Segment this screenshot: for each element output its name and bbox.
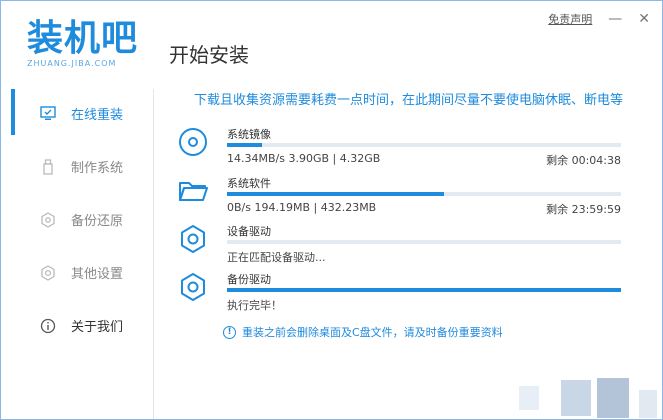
progress-fill	[227, 143, 263, 147]
task-name: 系统软件	[227, 177, 271, 190]
task-detail: 14.34MB/s 3.90GB | 4.32GB	[227, 152, 381, 165]
progress-bar	[227, 192, 621, 196]
task-remaining: 剩余 00:04:38	[546, 154, 621, 167]
task-backup-driver: 备份驱动 执行完毕！	[177, 271, 623, 312]
task-name: 系统镜像	[227, 128, 271, 141]
usb-icon	[39, 158, 57, 176]
sidebar-item-about-us[interactable]: 关于我们	[1, 299, 153, 352]
logo-text: 装机吧	[27, 18, 139, 59]
sidebar: 装机吧 ZHUANG.JIBA.COM 在线重装 制作系统 备份还原 其他设置 …	[1, 1, 153, 419]
sidebar-item-online-reinstall[interactable]: 在线重装	[1, 87, 153, 140]
corner-watermark	[491, 376, 662, 419]
task-name: 备份驱动	[227, 273, 271, 286]
gear-icon	[177, 223, 211, 257]
logo-subtitle: ZHUANG.JIBA.COM	[27, 59, 117, 68]
sidebar-divider	[153, 89, 154, 419]
installer-window: 装机吧 ZHUANG.JIBA.COM 在线重装 制作系统 备份还原 其他设置 …	[0, 0, 663, 420]
window-controls: 免责声明 — ✕	[548, 11, 650, 27]
task-system-image: 系统镜像 14.34MB/s 3.90GB | 4.32GB 剩余 00:04:…	[177, 126, 623, 167]
sidebar-nav: 在线重装 制作系统 备份还原 其他设置 关于我们	[1, 87, 153, 352]
monitor-icon	[39, 105, 57, 123]
disc-icon	[177, 126, 211, 160]
task-device-driver: 设备驱动 正在匹配设备驱动...	[177, 223, 623, 264]
sidebar-item-other-settings[interactable]: 其他设置	[1, 246, 153, 299]
task-name: 设备驱动	[227, 225, 271, 238]
sidebar-item-label: 关于我们	[71, 320, 124, 335]
info-icon	[39, 317, 57, 335]
task-detail: 0B/s 194.19MB | 432.23MB	[227, 201, 377, 214]
sidebar-item-label: 制作系统	[71, 161, 124, 176]
sidebar-item-backup-restore[interactable]: 备份还原	[1, 193, 153, 246]
brand-logo: 装机吧 ZHUANG.JIBA.COM	[27, 18, 139, 69]
sidebar-item-make-system[interactable]: 制作系统	[1, 140, 153, 193]
download-notice: 下载且收集资源需要耗费一点时间，在此期间尽量不要使电脑休眠、断电等	[194, 93, 624, 108]
backup-warning: ! 重装之前会删除桌面及C盘文件，请及时备份重要资料	[223, 324, 503, 340]
progress-fill	[227, 288, 621, 292]
close-button[interactable]: ✕	[638, 11, 650, 27]
backup-icon	[39, 211, 57, 229]
disclaimer-link[interactable]: 免责声明	[548, 11, 592, 27]
task-detail: 执行完毕！	[227, 299, 282, 312]
progress-bar	[227, 288, 621, 292]
warning-icon: !	[223, 325, 236, 339]
folder-icon	[177, 175, 211, 209]
task-remaining: 剩余 23:59:59	[546, 203, 621, 216]
minimize-button[interactable]: —	[608, 11, 622, 27]
gear-icon	[177, 271, 211, 305]
progress-fill	[227, 192, 444, 196]
task-detail: 正在匹配设备驱动...	[227, 251, 326, 264]
gear-icon	[39, 264, 57, 282]
page-title: 开始安装	[169, 43, 249, 67]
progress-bar	[227, 240, 621, 244]
progress-bar	[227, 143, 621, 147]
warning-text: 重装之前会删除桌面及C盘文件，请及时备份重要资料	[242, 326, 503, 339]
sidebar-item-label: 在线重装	[71, 108, 124, 123]
sidebar-item-label: 其他设置	[71, 267, 124, 282]
task-system-software: 系统软件 0B/s 194.19MB | 432.23MB 剩余 23:59:5…	[177, 175, 623, 216]
sidebar-item-label: 备份还原	[71, 214, 124, 229]
